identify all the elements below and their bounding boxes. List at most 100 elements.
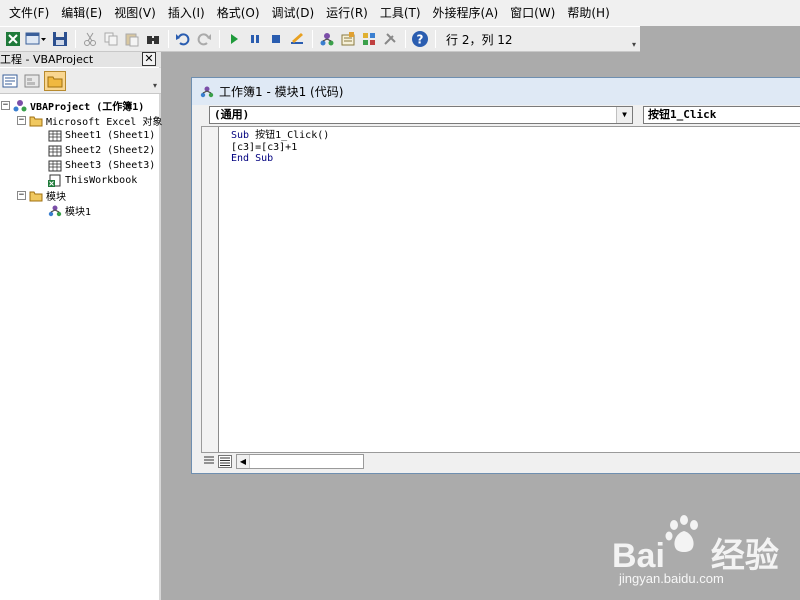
code-keyword: End Sub	[231, 153, 274, 164]
procedure-view-icon[interactable]	[202, 455, 216, 468]
folder-open-icon	[29, 189, 43, 202]
toolbar-options-icon[interactable]: ▾	[630, 31, 638, 49]
menu-addins[interactable]: 外接程序(A)	[427, 2, 505, 24]
view-code-icon[interactable]	[0, 71, 19, 91]
standard-toolbar: ? 行 2，列 12 ▾	[0, 26, 640, 52]
code-lines[interactable]: Sub 按钮1_Click() [c3]=[c3]+1 End Sub	[231, 130, 329, 165]
tree-node-sheet3[interactable]: Sheet3 (Sheet3)	[48, 158, 155, 173]
menu-bar: 文件(F) 编辑(E) 视图(V) 插入(I) 格式(O) 调试(D) 运行(R…	[0, 0, 800, 26]
menu-view[interactable]: 视图(V)	[108, 2, 162, 24]
tree-label: Microsoft Excel 对象	[46, 117, 163, 128]
code-window-footer: ◀	[201, 452, 800, 470]
tree-label: ThisWorkbook	[65, 175, 138, 186]
full-module-view-icon[interactable]	[218, 455, 232, 468]
workbook-icon	[48, 174, 62, 187]
tree-label: 模块1	[65, 207, 92, 218]
close-icon[interactable]: ✕	[142, 52, 156, 66]
copy-icon[interactable]	[101, 29, 120, 49]
code-window-title: 工作簿1 - 模块1 (代码)	[219, 85, 344, 99]
tree-label: Sheet1 (Sheet1)	[65, 130, 156, 141]
toolbar-separator	[312, 30, 313, 48]
folder-open-icon	[29, 114, 43, 127]
horizontal-scrollbar[interactable]: ◀	[236, 454, 364, 469]
paste-icon[interactable]	[122, 29, 141, 49]
paw-icon	[665, 515, 698, 552]
tree-node-module1[interactable]: 模块1	[48, 203, 91, 218]
svg-text:?: ?	[416, 33, 423, 47]
watermark-brand-right: 经验	[710, 537, 779, 575]
redo-icon[interactable]	[194, 29, 213, 49]
tree-label: 模块	[46, 192, 66, 203]
collapse-icon[interactable]: −	[1, 101, 10, 110]
tree-node-thisworkbook[interactable]: ThisWorkbook	[48, 173, 137, 188]
reset-icon[interactable]	[266, 29, 285, 49]
code-margin[interactable]	[202, 127, 219, 453]
tree-label: Sheet2 (Sheet2)	[65, 145, 156, 156]
code-window-titlebar[interactable]: 工作簿1 - 模块1 (代码)	[192, 78, 800, 105]
worksheet-icon	[48, 144, 62, 157]
toolbar-separator	[168, 30, 169, 48]
code-window: 工作簿1 - 模块1 (代码) (通用) ▼ 按钮1_Click Sub 按钮1…	[191, 77, 800, 474]
watermark-url: jingyan.baidu.com	[619, 571, 724, 586]
menu-insert[interactable]: 插入(I)	[162, 2, 211, 24]
toggle-folders-icon[interactable]	[44, 70, 66, 91]
code-text: [c3]=[c3]+1	[231, 141, 298, 153]
scroll-left-icon[interactable]: ◀	[237, 455, 250, 468]
code-text: 按钮1_Click()	[249, 130, 330, 141]
procedure-combo[interactable]: 按钮1_Click	[643, 106, 800, 124]
project-explorer-toolbar: ▾	[0, 68, 161, 94]
project-explorer: 工程 - VBAProject ✕ ▾ − VBAProject (工作簿1) …	[0, 52, 162, 600]
undo-icon[interactable]	[173, 29, 192, 49]
menu-help[interactable]: 帮助(H)	[561, 2, 615, 24]
tree-node-sheet2[interactable]: Sheet2 (Sheet2)	[48, 143, 155, 158]
object-browser-icon[interactable]	[359, 29, 378, 49]
collapse-icon[interactable]: −	[17, 191, 26, 200]
view-object-icon[interactable]	[22, 71, 41, 91]
design-mode-icon[interactable]	[287, 29, 306, 49]
toolbar-separator	[435, 30, 436, 48]
vba-project-icon	[13, 99, 27, 112]
menu-file[interactable]: 文件(F)	[3, 2, 55, 24]
module-icon	[48, 204, 62, 217]
save-icon[interactable]	[50, 29, 69, 49]
tree-node-vbaproject[interactable]: − VBAProject (工作簿1)	[1, 98, 144, 113]
worksheet-icon	[48, 129, 62, 142]
chevron-down-icon[interactable]: ▼	[616, 107, 632, 123]
procedure-combo-value: 按钮1_Click	[648, 108, 717, 121]
menu-debug[interactable]: 调试(D)	[266, 2, 321, 24]
object-combo-value: (通用)	[214, 108, 250, 121]
baidu-jingyan-watermark: Bai 经验 jingyan.baidu.com	[612, 515, 792, 595]
menu-format[interactable]: 格式(O)	[211, 2, 266, 24]
collapse-icon[interactable]: −	[17, 116, 26, 125]
find-icon[interactable]	[143, 29, 162, 49]
tree-node-excel-objects[interactable]: − Microsoft Excel 对象	[17, 113, 162, 128]
insert-userform-icon[interactable]	[24, 29, 48, 49]
cut-icon[interactable]	[80, 29, 99, 49]
project-explorer-icon[interactable]	[317, 29, 336, 49]
menu-tools[interactable]: 工具(T)	[374, 2, 427, 24]
toolbox-icon[interactable]	[380, 29, 399, 49]
help-icon[interactable]: ?	[410, 29, 429, 49]
menu-window[interactable]: 窗口(W)	[504, 2, 561, 24]
run-icon[interactable]	[224, 29, 243, 49]
project-explorer-title: 工程 - VBAProject	[0, 52, 161, 67]
menu-run[interactable]: 运行(R)	[320, 2, 374, 24]
menu-edit[interactable]: 编辑(E)	[55, 2, 108, 24]
tree-node-modules[interactable]: − 模块	[17, 188, 66, 203]
code-editor[interactable]: Sub 按钮1_Click() [c3]=[c3]+1 End Sub	[201, 126, 800, 453]
break-icon[interactable]	[245, 29, 264, 49]
toolbar-separator	[75, 30, 76, 48]
object-combo[interactable]: (通用) ▼	[209, 106, 633, 124]
toolbar-options-icon[interactable]: ▾	[151, 72, 159, 90]
worksheet-icon	[48, 159, 62, 172]
module-icon	[200, 85, 214, 98]
tree-label: Sheet3 (Sheet3)	[65, 160, 156, 171]
code-keyword: Sub	[231, 130, 250, 141]
tree-node-sheet1[interactable]: Sheet1 (Sheet1)	[48, 128, 155, 143]
cursor-position-status: 行 2，列 12	[446, 32, 513, 47]
watermark-brand-left: Bai	[612, 537, 665, 575]
excel-icon[interactable]	[3, 29, 22, 49]
properties-window-icon[interactable]	[338, 29, 357, 49]
tree-label: VBAProject (工作簿1)	[30, 102, 145, 113]
toolbar-separator	[219, 30, 220, 48]
